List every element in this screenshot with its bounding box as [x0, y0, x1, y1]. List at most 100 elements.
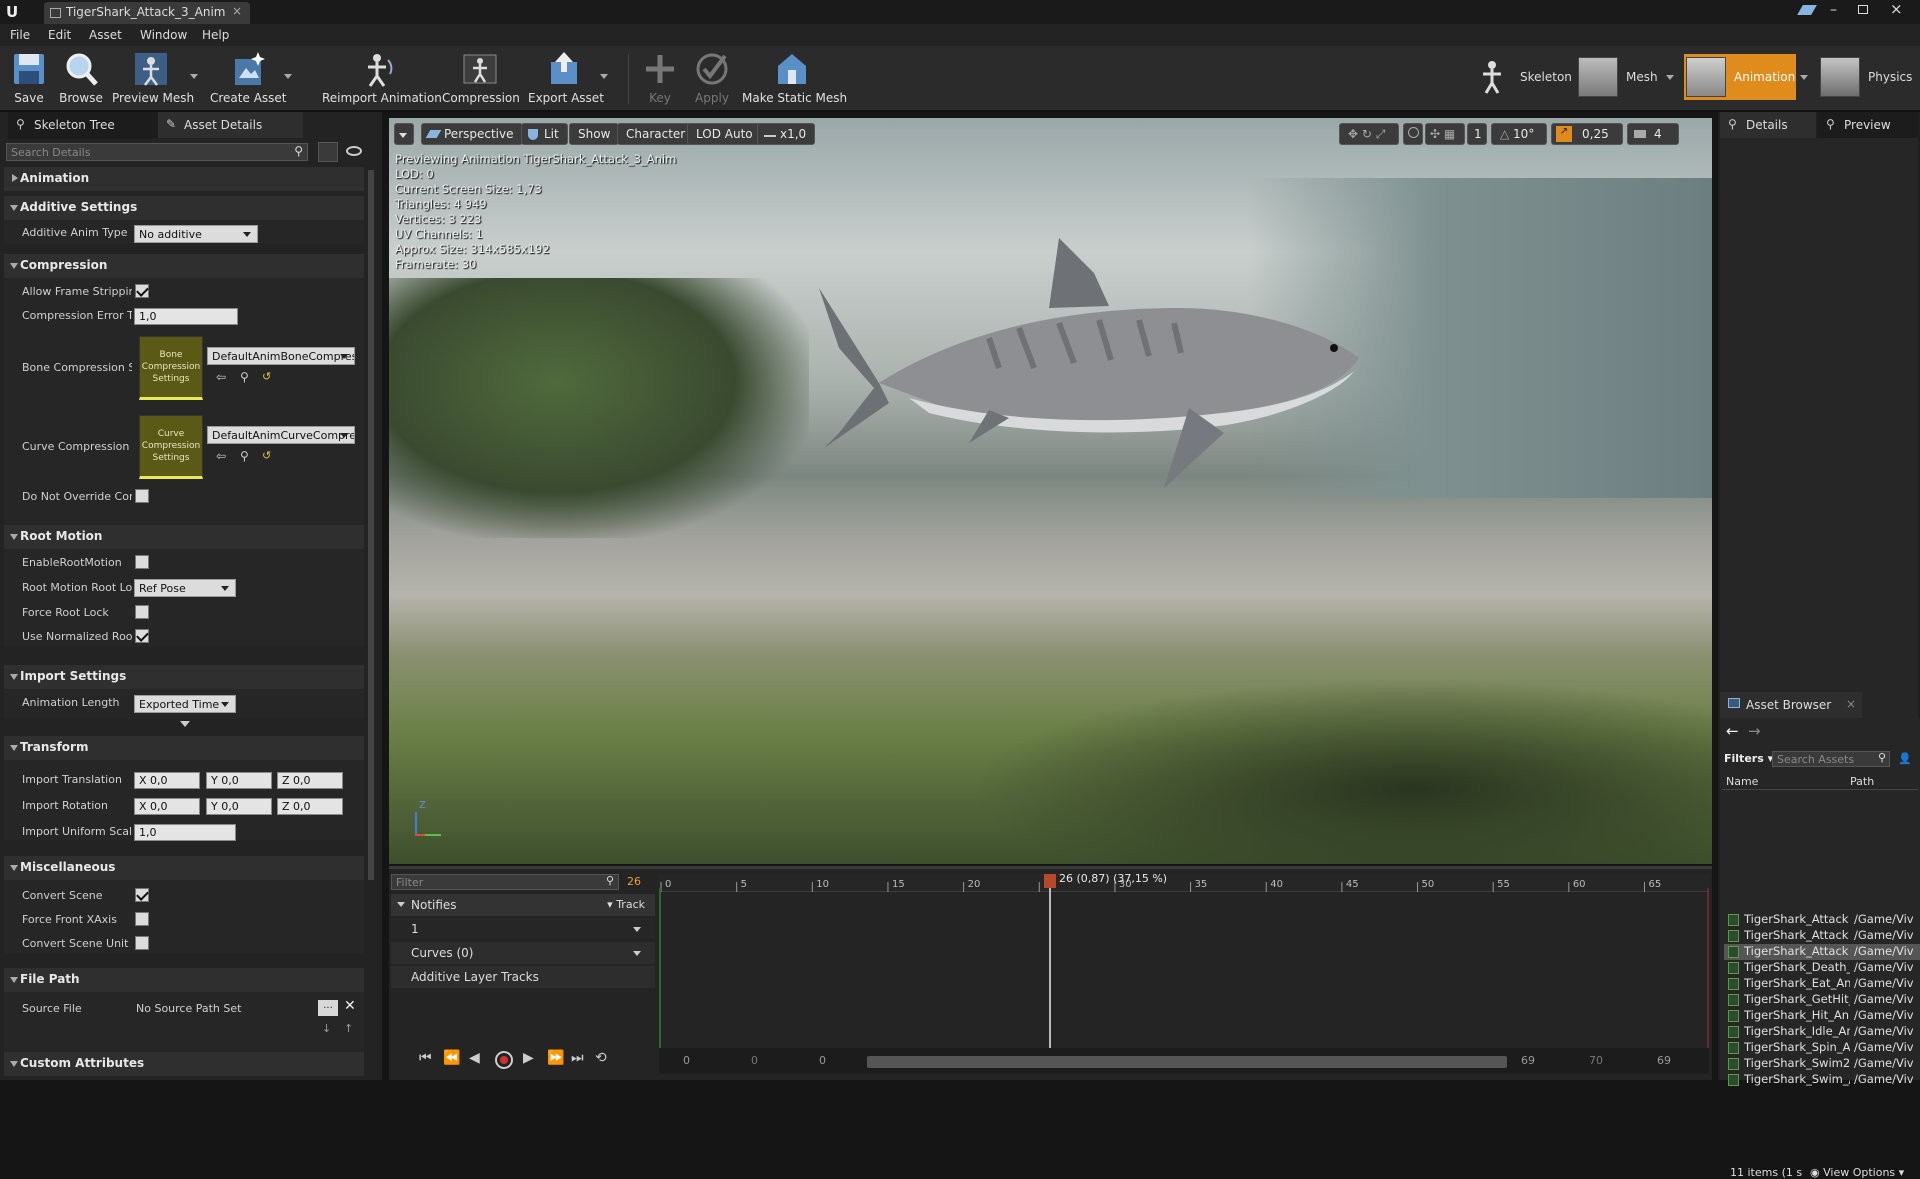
mode-skeleton-button[interactable]: Skeleton [1472, 54, 1572, 100]
world-space-button[interactable] [1403, 123, 1423, 145]
category-animation[interactable]: Animation [4, 167, 364, 191]
menu-edit[interactable]: Edit [48, 28, 71, 42]
bone-compression-thumbnail[interactable]: Bone Compression Settings [139, 336, 203, 400]
viewport-options-button[interactable] [394, 123, 414, 145]
reset-icon[interactable]: ↺ [262, 370, 271, 383]
column-header-name[interactable]: Name [1726, 775, 1758, 788]
curves-track[interactable]: Curves (0) [391, 942, 655, 964]
surface-snap-group[interactable]: ✣ ▦ [1425, 123, 1465, 145]
browse-file-button[interactable]: ... [318, 1000, 338, 1016]
minimize-button[interactable]: – [1830, 2, 1837, 18]
import-uniform-scale-field[interactable]: 1,0 [134, 824, 236, 841]
asset-row[interactable]: TigerShark_Eat_An/Game/Viv [1724, 976, 1920, 992]
scale-snap-button[interactable]: ↗ 0,25 [1551, 123, 1623, 145]
maximize-button[interactable] [1858, 5, 1868, 14]
clear-icon[interactable]: ✕ [344, 998, 356, 1014]
document-tab[interactable]: TigerShark_Attack_3_Anim × [44, 2, 250, 24]
browse-asset-icon[interactable]: ⚲ [240, 370, 249, 384]
convert-scene-checkbox[interactable] [135, 888, 149, 902]
notification-icon[interactable] [1797, 5, 1817, 15]
additive-layer-tracks[interactable]: Additive Layer Tracks [391, 966, 655, 988]
view-options-icon[interactable] [318, 142, 338, 162]
move-down-icon[interactable]: ↓ [322, 1022, 331, 1035]
bone-compression-combo[interactable]: DefaultAnimBoneCompres [207, 347, 355, 365]
asset-row[interactable]: TigerShark_Attack/Game/Viv [1724, 912, 1920, 928]
skip-to-start-icon[interactable]: ⏮ [419, 1050, 432, 1066]
grid-snap-value[interactable]: 1 [1467, 123, 1487, 145]
view-options-button[interactable]: ◉ View Options ▾ [1810, 1166, 1904, 1179]
translation-x-field[interactable]: X 0,0 [134, 772, 200, 789]
working-end-value[interactable]: 69 [1521, 1054, 1535, 1067]
compression-button[interactable]: Compression [442, 50, 520, 108]
additive-anim-type-combo[interactable]: No additive [134, 225, 258, 243]
reset-icon[interactable]: ↺ [262, 449, 271, 462]
close-tab-icon[interactable]: × [232, 4, 242, 18]
asset-row[interactable]: TigerShark_Idle_Ar/Game/Viv [1724, 1024, 1920, 1040]
lit-button[interactable]: Lit [521, 123, 568, 145]
playback-speed-button[interactable]: x1,0 [757, 123, 816, 145]
category-additive-settings[interactable]: Additive Settings [4, 196, 364, 220]
asset-row[interactable]: TigerShark_Hit_Ani/Game/Viv [1724, 1008, 1920, 1024]
curve-compression-thumbnail[interactable]: Curve Compression Settings [139, 415, 203, 479]
category-compression[interactable]: Compression [4, 254, 364, 278]
browse-button[interactable]: Browse [58, 50, 104, 108]
step-forward-icon[interactable]: ⏩ [547, 1050, 564, 1066]
view-end-value[interactable]: 70 [1589, 1054, 1603, 1067]
playhead-marker[interactable] [1044, 874, 1056, 888]
forward-arrow-icon[interactable]: → [1748, 722, 1761, 740]
asset-row[interactable]: TigerShark_Attack/Game/Viv [1724, 928, 1920, 944]
use-normalized-root-checkbox[interactable] [135, 629, 149, 643]
category-root-motion[interactable]: Root Motion [4, 525, 364, 549]
back-arrow-icon[interactable]: ← [1726, 722, 1739, 740]
compression-error-field[interactable]: 1,0 [134, 308, 238, 325]
menu-asset[interactable]: Asset [89, 28, 122, 42]
asset-row[interactable]: TigerShark_Spin_A/Game/Viv [1724, 1040, 1920, 1056]
category-file-path[interactable]: File Path [4, 968, 364, 992]
chevron-down-icon[interactable] [633, 951, 641, 956]
save-button[interactable]: Save [10, 50, 48, 108]
menu-file[interactable]: File [10, 28, 30, 42]
preview-mesh-button[interactable]: Preview Mesh [112, 50, 194, 108]
camera-speed-button[interactable]: 4 [1627, 123, 1679, 145]
perspective-button[interactable]: Perspective [421, 123, 523, 145]
add-track-button[interactable]: ▾ Track [607, 898, 645, 911]
mode-animation-button[interactable]: Animation [1684, 54, 1796, 100]
create-asset-button[interactable]: Create Asset [210, 50, 287, 108]
close-tab-icon[interactable]: × [1846, 697, 1856, 711]
lod-button[interactable]: LOD Auto [687, 123, 762, 145]
asset-row[interactable]: TigerShark_Death_ /Game/Viv [1724, 960, 1920, 976]
rotation-y-field[interactable]: Y 0,0 [206, 798, 272, 815]
character-button[interactable]: Character [617, 123, 695, 145]
reimport-animation-button[interactable]: Reimport Animation [322, 50, 442, 108]
play-reverse-icon[interactable]: ◀ [469, 1050, 480, 1066]
view-start-value[interactable]: 0 [751, 1054, 758, 1067]
show-button[interactable]: Show [569, 123, 620, 145]
filters-button[interactable]: Filters ▾ [1724, 752, 1773, 765]
working-start-value[interactable]: 0 [819, 1054, 826, 1067]
tab-details[interactable]: ⚲ Details [1720, 112, 1816, 138]
convert-scene-unit-checkbox[interactable] [135, 936, 149, 950]
category-miscellaneous[interactable]: Miscellaneous [4, 856, 364, 880]
root-motion-root-lock-combo[interactable]: Ref Pose [134, 579, 236, 597]
translation-z-field[interactable]: Z 0,0 [277, 772, 343, 789]
category-custom-attributes[interactable]: Custom Attributes [4, 1052, 364, 1076]
move-up-icon[interactable]: ↑ [344, 1022, 353, 1035]
tab-preview[interactable]: ⚲ Preview [1818, 112, 1918, 138]
user-icon[interactable]: 👤 [1898, 752, 1912, 766]
transform-mode-group[interactable]: ✥ ↻ ⤢ [1339, 123, 1399, 145]
rotation-z-field[interactable]: Z 0,0 [277, 798, 343, 815]
range-end-value[interactable]: 69 [1657, 1054, 1671, 1067]
notify-track-row[interactable]: 1 [391, 918, 655, 940]
notifies-track[interactable]: Notifies ▾ Track [391, 894, 655, 916]
asset-row[interactable]: TigerShark_Swim_/ /Game/Viv [1724, 1072, 1920, 1088]
category-transform[interactable]: Transform [4, 736, 364, 760]
scrollbar[interactable] [368, 170, 374, 880]
expand-advanced-icon[interactable] [180, 721, 190, 727]
tab-asset-details[interactable]: ✎ Asset Details [158, 112, 303, 138]
tab-asset-browser[interactable]: Asset Browser × [1720, 692, 1862, 718]
angle-snap-button[interactable]: △ 10° [1491, 123, 1547, 145]
menu-window[interactable]: Window [140, 28, 187, 42]
animation-viewport[interactable]: Perspective Lit Show Character LOD Auto … [389, 118, 1712, 864]
asset-row[interactable]: TigerShark_GetHit_ /Game/Viv [1724, 992, 1920, 1008]
translation-y-field[interactable]: Y 0,0 [206, 772, 272, 789]
